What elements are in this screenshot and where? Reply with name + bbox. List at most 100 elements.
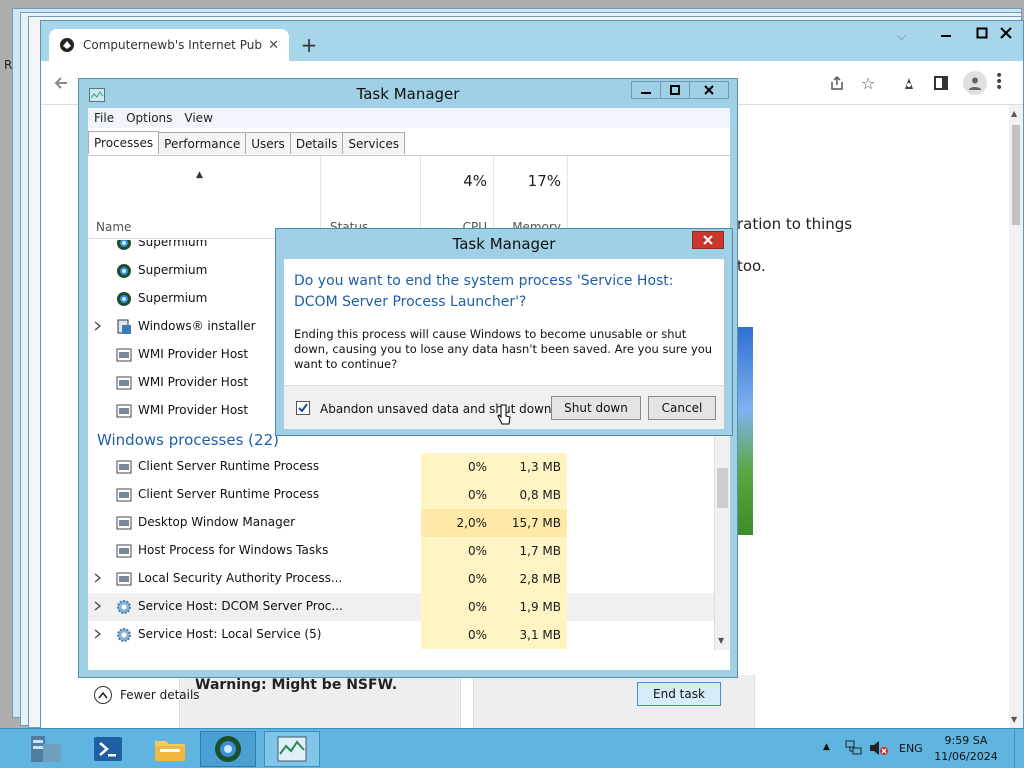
back-arrow-icon[interactable] xyxy=(53,75,69,91)
browser-menu-icon[interactable]: • • • xyxy=(995,69,1003,95)
browser-close-button[interactable] xyxy=(989,23,1023,43)
supermium-icon xyxy=(116,263,132,279)
tab-users[interactable]: Users xyxy=(245,132,291,154)
task-manager-menubar: File Options View xyxy=(88,108,730,128)
page-text: ration to things xyxy=(737,215,853,233)
process-memory: 1,7 MB xyxy=(493,537,567,565)
task-manager-taskbar-icon[interactable] xyxy=(264,731,320,767)
process-row[interactable]: Service Host: DCOM Server Proc... 0% 1,9 M… xyxy=(88,593,716,621)
cancel-button[interactable]: Cancel xyxy=(648,396,716,420)
menu-options[interactable]: Options xyxy=(126,111,172,125)
tm-maximize-button[interactable] xyxy=(660,81,690,99)
tm-minimize-button[interactable] xyxy=(631,81,661,99)
tab-performance[interactable]: Performance xyxy=(158,132,247,154)
dialog-message: Ending this process will cause Windows t… xyxy=(294,327,713,371)
tab-search-icon[interactable]: ⌵ xyxy=(897,29,906,44)
process-memory: 15,7 MB xyxy=(493,509,567,537)
process-name: Supermium xyxy=(138,291,208,305)
service-icon xyxy=(116,571,132,587)
profile-avatar-icon[interactable] xyxy=(963,71,987,95)
page-image xyxy=(737,327,753,535)
process-memory: 3,1 MB xyxy=(493,621,567,649)
installer-icon xyxy=(116,319,132,335)
supermium-icon xyxy=(116,240,132,251)
start-button[interactable] xyxy=(18,731,74,767)
service-icon xyxy=(116,459,132,475)
process-row[interactable]: Desktop Window Manager 2,0% 15,7 MB xyxy=(88,509,716,537)
expand-chevron-icon[interactable] xyxy=(94,573,104,585)
process-name: WMI Provider Host xyxy=(138,347,249,361)
end-task-button[interactable]: End task xyxy=(637,682,721,706)
browser-minimize-button[interactable] xyxy=(929,23,963,43)
sidebar-toggle-icon[interactable] xyxy=(933,75,949,91)
process-row[interactable]: Client Server Runtime Process 0% 0,8 MB xyxy=(88,481,716,509)
process-memory: 1,3 MB xyxy=(493,453,567,481)
clock-time[interactable]: 9:59 SA xyxy=(940,734,992,747)
dialog-question: Do you want to end the system process 'S… xyxy=(294,273,674,310)
process-row[interactable]: Local Security Authority Process... 0% 2,8… xyxy=(88,565,716,593)
supermium-browser-icon[interactable] xyxy=(200,731,256,767)
process-name: Supermium xyxy=(138,263,208,277)
process-memory: 2,8 MB xyxy=(493,565,567,593)
input-language[interactable]: ENG xyxy=(899,742,923,755)
show-desktop-button[interactable] xyxy=(1014,729,1024,768)
fewer-details-label: Fewer details xyxy=(120,688,200,702)
service-icon xyxy=(116,347,132,363)
process-row[interactable]: Service Host: Local Service (5) 0% 3,1 MB xyxy=(88,621,716,649)
gear-icon xyxy=(116,599,132,615)
supermium-icon xyxy=(116,291,132,307)
process-name: Local Security Authority Process... xyxy=(138,571,343,585)
process-name: Client Server Runtime Process xyxy=(138,487,320,501)
browser-tab[interactable]: Computernewb's Internet Pub ✕ xyxy=(49,29,289,61)
network-icon[interactable] xyxy=(845,740,863,756)
dialog-close-button[interactable] xyxy=(692,231,724,249)
tab-services[interactable]: Services xyxy=(342,132,406,154)
process-table-header: ▲ Name Status 4% CPU 17% Memory xyxy=(88,155,730,240)
column-name[interactable]: Name xyxy=(96,220,131,234)
process-name: Service Host: Local Service (5) xyxy=(138,627,322,641)
menu-file[interactable]: File xyxy=(94,111,114,125)
site-favicon-icon xyxy=(59,37,75,53)
volume-muted-icon[interactable] xyxy=(869,740,889,756)
process-memory: 0,8 MB xyxy=(493,481,567,509)
new-tab-button[interactable]: + xyxy=(297,33,321,57)
extensions-icon[interactable] xyxy=(901,75,917,91)
process-row[interactable]: Host Process for Windows Tasks 0% 1,7 MB xyxy=(88,537,716,565)
process-cpu: 0% xyxy=(421,481,493,509)
show-hidden-icons-icon[interactable]: ▲ xyxy=(823,742,830,752)
clock-date[interactable]: 11/06/2024 xyxy=(934,750,998,763)
scrollbar-thumb[interactable] xyxy=(717,468,728,508)
process-cpu: 0% xyxy=(421,565,493,593)
process-cpu: 2,0% xyxy=(421,509,493,537)
tab-details[interactable]: Details xyxy=(289,132,344,154)
tab-close-icon[interactable]: ✕ xyxy=(268,38,279,53)
abandon-data-label[interactable]: Abandon unsaved data and shut down. xyxy=(320,402,555,416)
service-icon xyxy=(116,515,132,531)
expand-chevron-icon[interactable] xyxy=(94,321,104,333)
bookmark-star-icon[interactable]: ☆ xyxy=(861,74,875,93)
powershell-icon[interactable] xyxy=(80,731,136,767)
tm-close-button[interactable] xyxy=(689,81,729,99)
expand-chevron-icon[interactable] xyxy=(94,601,104,613)
browser-tabstrip: Computernewb's Internet Pub ✕ + ⌵ xyxy=(41,21,1023,61)
file-explorer-icon[interactable] xyxy=(142,731,198,767)
process-cpu: 0% xyxy=(421,537,493,565)
gear-icon xyxy=(116,627,132,643)
process-name: Supermium xyxy=(138,240,208,249)
fewer-details-button[interactable]: Fewer details xyxy=(94,686,200,704)
taskbar: ▲ ENG 9:59 SA 11/06/2024 xyxy=(0,728,1024,768)
process-row[interactable]: Client Server Runtime Process 0% 1,3 MB xyxy=(88,453,716,481)
mouse-cursor-icon xyxy=(497,404,511,426)
process-name: Host Process for Windows Tasks xyxy=(138,543,329,557)
memory-total: 17% xyxy=(527,172,561,190)
tab-processes[interactable]: Processes xyxy=(88,131,160,154)
sort-ascending-icon: ▲ xyxy=(196,170,203,180)
page-scrollbar[interactable]: ▲ ▼ xyxy=(1009,105,1023,731)
process-cpu: 0% xyxy=(421,621,493,649)
abandon-data-checkbox[interactable] xyxy=(296,401,310,415)
expand-chevron-icon[interactable] xyxy=(94,629,104,641)
service-icon xyxy=(116,403,132,419)
menu-view[interactable]: View xyxy=(184,111,212,125)
shut-down-button[interactable]: Shut down xyxy=(551,396,641,420)
share-icon[interactable] xyxy=(829,75,845,91)
